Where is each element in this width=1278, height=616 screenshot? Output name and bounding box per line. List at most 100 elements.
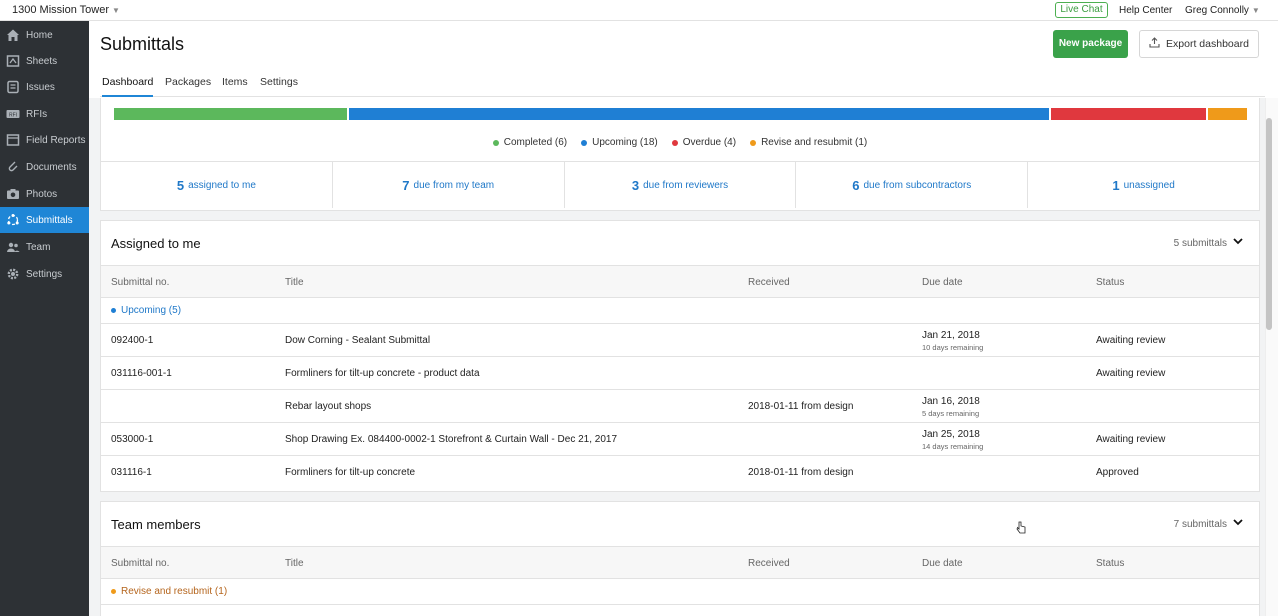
status-text: Awaiting review bbox=[1096, 434, 1166, 445]
documents-icon bbox=[6, 160, 20, 174]
project-name: 1300 Mission Tower bbox=[12, 4, 110, 16]
assigned-card-header[interactable]: Assigned to me 5 submittals bbox=[101, 221, 1259, 266]
group-revise-and-resubmit[interactable]: Revise and resubmit (1) bbox=[101, 579, 1259, 605]
stat-due-from-reviewers[interactable]: 3 due from reviewers bbox=[565, 162, 797, 208]
table-row[interactable]: 031116-1 Formliners for tilt-up concrete… bbox=[101, 456, 1259, 489]
tab-settings[interactable]: Settings bbox=[260, 76, 298, 97]
tab-items[interactable]: Items bbox=[222, 76, 248, 97]
caret-down-icon: ▼ bbox=[112, 6, 120, 15]
sidebar-item-label: Field Reports bbox=[26, 134, 86, 146]
revise-dot-icon bbox=[750, 139, 757, 146]
caret-down-icon: ▼ bbox=[1251, 6, 1260, 15]
status-progress-bar bbox=[114, 108, 1247, 120]
help-center-link[interactable]: Help Center bbox=[1119, 5, 1172, 16]
rfi-icon: RFI bbox=[6, 107, 20, 121]
status-legend: Completed (6) Upcoming (18) Overdue (4) … bbox=[101, 137, 1259, 148]
stat-assigned-to-me[interactable]: 5 assigned to me bbox=[101, 162, 333, 208]
sidebar-item-rfis[interactable]: RFI RFIs bbox=[0, 101, 89, 127]
tab-packages[interactable]: Packages bbox=[165, 76, 211, 97]
progress-segment-upcoming[interactable] bbox=[349, 108, 1049, 120]
table-row[interactable]: Rebar layout shops 2018-01-11 from desig… bbox=[101, 390, 1259, 423]
stat-due-from-subcontractors[interactable]: 6 due from subcontractors bbox=[796, 162, 1029, 208]
status-text: Awaiting review bbox=[1096, 368, 1166, 379]
sidebar-item-sheets[interactable]: Sheets bbox=[0, 48, 89, 74]
sidebar-item-label: Sheets bbox=[26, 55, 58, 67]
export-dashboard-button[interactable]: Export dashboard bbox=[1139, 30, 1259, 58]
card-title: Assigned to me bbox=[111, 236, 201, 251]
column-header[interactable]: Submittal no. bbox=[111, 277, 169, 288]
sidebar-item-label: Documents bbox=[26, 161, 77, 173]
sidebar-item-documents[interactable]: Documents bbox=[0, 154, 89, 180]
sidebar-item-field-reports[interactable]: Field Reports bbox=[0, 127, 89, 153]
tab-bar: Dashboard Packages Items Settings bbox=[100, 71, 1265, 97]
upcoming-dot-icon bbox=[111, 308, 116, 313]
sidebar-item-label: Photos bbox=[26, 188, 58, 200]
status-text: Approved bbox=[1096, 467, 1139, 478]
svg-text:RFI: RFI bbox=[9, 112, 17, 118]
group-upcoming[interactable]: Upcoming (5) bbox=[101, 298, 1259, 324]
hand-cursor-icon bbox=[1016, 521, 1026, 534]
column-header[interactable]: Received bbox=[748, 277, 790, 288]
upcoming-dot-icon bbox=[581, 139, 588, 146]
sidebar-item-label: Home bbox=[26, 29, 53, 41]
page-title: Submittals bbox=[100, 34, 185, 54]
table-header: Submittal no. Title Received Due date St… bbox=[101, 547, 1259, 579]
sidebar-item-team[interactable]: Team bbox=[0, 234, 89, 260]
gear-icon bbox=[6, 267, 20, 281]
legend-upcoming: Upcoming (18) bbox=[581, 137, 658, 148]
legend-completed: Completed (6) bbox=[492, 137, 567, 148]
sidebar-item-label: Issues bbox=[26, 81, 55, 93]
upload-icon bbox=[1149, 37, 1160, 51]
sidebar-item-home[interactable]: Home bbox=[0, 22, 89, 48]
due-date: Jan 21, 2018 10 days remaining bbox=[922, 330, 984, 352]
team-members-card: Team members 7 submittals Submittal no. … bbox=[100, 501, 1260, 616]
table-row[interactable]: 031116-001-1 Formliners for tilt-up conc… bbox=[101, 357, 1259, 390]
field-reports-icon bbox=[6, 133, 20, 147]
chevron-down-icon[interactable] bbox=[1232, 516, 1244, 528]
card-title: Team members bbox=[111, 517, 201, 532]
column-header[interactable]: Status bbox=[1096, 277, 1124, 288]
chevron-down-icon[interactable] bbox=[1232, 235, 1244, 247]
sidebar-item-issues[interactable]: Issues bbox=[0, 74, 89, 100]
progress-segment-revise[interactable] bbox=[1208, 108, 1247, 120]
submittal-count: 7 submittals bbox=[1173, 519, 1227, 530]
issues-icon bbox=[6, 80, 20, 94]
table-header: Submittal no. Title Received Due date St… bbox=[101, 266, 1259, 298]
progress-segment-completed[interactable] bbox=[114, 108, 348, 120]
assigned-to-me-card: Assigned to me 5 submittals Submittal no… bbox=[100, 220, 1260, 492]
stat-due-from-my-team[interactable]: 7 due from my team bbox=[333, 162, 565, 208]
stat-unassigned[interactable]: 1 unassigned bbox=[1028, 162, 1259, 208]
user-menu[interactable]: Greg Connolly ▼ bbox=[1185, 5, 1260, 16]
team-card-header[interactable]: Team members 7 submittals bbox=[101, 502, 1259, 547]
column-header[interactable]: Received bbox=[748, 558, 790, 569]
project-switcher[interactable]: 1300 Mission Tower ▼ bbox=[12, 4, 120, 16]
sidebar: Home Sheets Issues RFI RFIs Field Report… bbox=[0, 21, 89, 616]
sidebar-item-label: Settings bbox=[26, 268, 63, 280]
sidebar-item-photos[interactable]: Photos bbox=[0, 181, 89, 207]
table-row[interactable]: 092400-1 Dow Corning - Sealant Submittal… bbox=[101, 324, 1259, 357]
dashboard-content: Completed (6) Upcoming (18) Overdue (4) … bbox=[89, 98, 1265, 616]
sidebar-item-submittals[interactable]: Submittals bbox=[0, 207, 89, 233]
column-header[interactable]: Status bbox=[1096, 558, 1124, 569]
stats-row: 5 assigned to me 7 due from my team 3 due f… bbox=[101, 161, 1259, 208]
submittals-icon bbox=[6, 213, 20, 227]
tab-dashboard[interactable]: Dashboard bbox=[102, 76, 154, 97]
scrollbar-thumb[interactable] bbox=[1266, 118, 1272, 330]
table-row[interactable]: 053000-1 Shop Drawing Ex. 084400-0002-1 … bbox=[101, 423, 1259, 456]
column-header[interactable]: Due date bbox=[922, 558, 963, 569]
sidebar-item-settings[interactable]: Settings bbox=[0, 261, 89, 287]
legend-overdue: Overdue (4) bbox=[671, 137, 736, 148]
progress-segment-overdue[interactable] bbox=[1050, 108, 1207, 120]
completed-dot-icon bbox=[492, 139, 499, 146]
column-header[interactable]: Submittal no. bbox=[111, 558, 169, 569]
revise-dot-icon bbox=[111, 589, 116, 594]
column-header[interactable]: Title bbox=[285, 558, 304, 569]
top-bar: 1300 Mission Tower ▼ Live Chat Help Cente… bbox=[0, 0, 1278, 21]
column-header[interactable]: Due date bbox=[922, 277, 963, 288]
new-package-button[interactable]: New package bbox=[1053, 30, 1128, 58]
sheets-icon bbox=[6, 54, 20, 68]
column-header[interactable]: Title bbox=[285, 277, 304, 288]
due-date: Jan 25, 2018 14 days remaining bbox=[922, 429, 984, 451]
sidebar-item-label: RFIs bbox=[26, 108, 48, 120]
live-chat-button[interactable]: Live Chat bbox=[1055, 2, 1108, 18]
